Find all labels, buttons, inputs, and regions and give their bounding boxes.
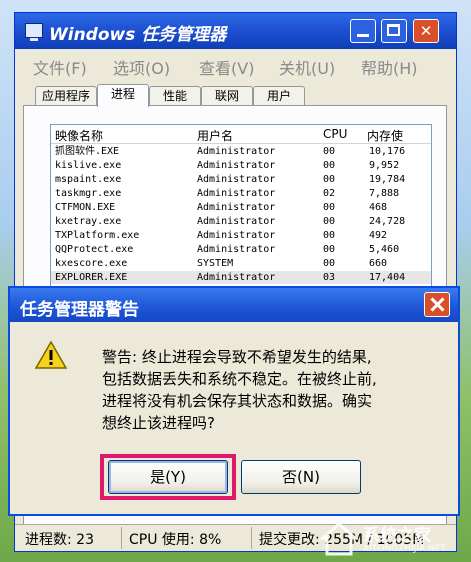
cell-mem: 5,460: [369, 244, 400, 255]
cell-cpu: 02: [323, 188, 336, 199]
cell-name: EXPLORER.EXE: [55, 272, 128, 283]
menu-bar: 文件(F) 选项(O) 查看(V) 关机(U) 帮助(H): [15, 50, 456, 78]
menu-view[interactable]: 查看(V): [199, 55, 254, 79]
cell-name: TXPlatform.exe: [55, 230, 140, 241]
cell-user: Administrator: [197, 244, 276, 255]
close-button[interactable]: ✕: [413, 19, 439, 43]
cell-mem: 19,784: [369, 174, 406, 185]
cell-mem: 9,952: [369, 160, 400, 171]
cell-user: Administrator: [197, 146, 276, 157]
message-line: 包括数据丢失和系统不稳定。在被终止前,: [102, 370, 377, 388]
table-row[interactable]: kxetray.exe Administrator 00 24,728: [51, 215, 431, 228]
message-line: 进程将没有机会保存其状态和数据。确实: [102, 392, 373, 410]
menu-file[interactable]: 文件(F): [33, 55, 87, 79]
warning-message: 警告: 终止进程会导致不希望发生的结果, 包括数据丢失和系统不稳定。在被终止前,…: [102, 346, 452, 434]
cell-mem: 24,728: [369, 216, 406, 227]
status-cpu-usage: CPU 使用: 8%: [129, 532, 222, 548]
col-memory[interactable]: 内存使: [367, 127, 403, 144]
list-header: 映像名称 用户名 CPU 内存使: [51, 125, 431, 144]
cell-name: kxescore.exe: [55, 258, 128, 269]
table-row[interactable]: TXPlatform.exe Administrator 00 492: [51, 229, 431, 242]
menu-help[interactable]: 帮助(H): [361, 55, 418, 79]
cell-cpu: 00: [323, 230, 336, 241]
table-row[interactable]: CTFMON.EXE Administrator 00 468: [51, 201, 431, 214]
dialog-close-button[interactable]: [424, 292, 450, 317]
dialog-title: 任务管理器警告: [20, 300, 139, 320]
table-row[interactable]: taskmgr.exe Administrator 02 7,888: [51, 187, 431, 200]
title-bar[interactable]: Windows 任务管理器 ✕: [15, 13, 456, 49]
col-cpu[interactable]: CPU: [323, 127, 347, 141]
cell-cpu: 00: [323, 146, 336, 157]
tab-processes[interactable]: 进程: [97, 84, 149, 107]
cell-user: Administrator: [197, 272, 276, 283]
cell-cpu: 00: [323, 216, 336, 227]
status-divider: [251, 527, 252, 549]
status-divider: [121, 527, 122, 549]
message-line: 警告: 终止进程会导致不希望发生的结果,: [102, 348, 372, 366]
tab-applications[interactable]: 应用程序: [35, 86, 97, 106]
cell-cpu: 00: [323, 160, 336, 171]
cell-cpu: 00: [323, 258, 336, 269]
cell-name: CTFMON.EXE: [55, 202, 116, 213]
cell-mem: 10,176: [369, 146, 406, 157]
dialog-title-bar[interactable]: 任务管理器警告: [10, 288, 458, 322]
cell-cpu: 03: [323, 272, 336, 283]
yes-button[interactable]: 是(Y): [108, 460, 228, 494]
cell-name: QQProtect.exe: [55, 244, 134, 255]
menu-options[interactable]: 选项(O): [113, 55, 170, 79]
tab-users[interactable]: 用户: [253, 86, 305, 106]
window-title: Windows 任务管理器: [49, 25, 227, 45]
message-line: 想终止该进程吗?: [102, 414, 215, 432]
cell-user: Administrator: [197, 230, 276, 241]
status-process-count: 进程数: 23: [25, 532, 94, 548]
cell-name: kislive.exe: [55, 160, 122, 171]
minimize-button[interactable]: [350, 19, 376, 43]
table-row[interactable]: mspaint.exe Administrator 00 19,784: [51, 173, 431, 186]
maximize-button[interactable]: [381, 19, 407, 43]
table-row[interactable]: QQProtect.exe Administrator 00 5,460: [51, 243, 431, 256]
tab-performance[interactable]: 性能: [149, 86, 201, 106]
cell-mem: 468: [369, 202, 388, 213]
no-button[interactable]: 否(N): [241, 460, 361, 494]
table-row-selected[interactable]: EXPLORER.EXE Administrator 03 17,404: [51, 271, 431, 284]
warning-icon: [34, 340, 68, 369]
watermark-url: XITONGZHIJIA.NET: [363, 544, 446, 554]
cell-name: 抓图软件.EXE: [55, 146, 120, 157]
cell-name: mspaint.exe: [55, 174, 122, 185]
cell-mem: 17,404: [369, 272, 406, 283]
watermark-logo: 系统之家 XITONGZHIJIA.NET: [319, 516, 467, 560]
cell-user: Administrator: [197, 174, 276, 185]
cell-cpu: 00: [323, 174, 336, 185]
cell-mem: 7,888: [369, 188, 400, 199]
cell-mem: 492: [369, 230, 388, 241]
cell-user: Administrator: [197, 188, 276, 199]
cell-user: Administrator: [197, 202, 276, 213]
cell-name: kxetray.exe: [55, 216, 122, 227]
tab-networking[interactable]: 联网: [201, 86, 253, 106]
cell-name: taskmgr.exe: [55, 188, 122, 199]
monitor-icon: [25, 23, 43, 41]
menu-shutdown[interactable]: 关机(U): [279, 55, 335, 79]
cell-user: Administrator: [197, 160, 276, 171]
cell-cpu: 00: [323, 244, 336, 255]
cell-user: Administrator: [197, 216, 276, 227]
cell-cpu: 00: [323, 202, 336, 213]
table-row[interactable]: 抓图软件.EXE Administrator 00 10,176: [51, 145, 431, 158]
watermark-text: 系统之家: [363, 526, 431, 546]
warning-dialog: 任务管理器警告 警告: 终止进程会导致不希望发生的结果, 包括数据丢失和系统不稳…: [8, 286, 460, 516]
table-row[interactable]: kislive.exe Administrator 00 9,952: [51, 159, 431, 172]
col-image-name[interactable]: 映像名称: [55, 127, 103, 144]
col-user-name[interactable]: 用户名: [197, 127, 233, 144]
house-logo-icon: [319, 522, 359, 556]
cell-mem: 660: [369, 258, 388, 269]
cell-user: SYSTEM: [197, 258, 234, 269]
table-row[interactable]: kxescore.exe SYSTEM 00 660: [51, 257, 431, 270]
